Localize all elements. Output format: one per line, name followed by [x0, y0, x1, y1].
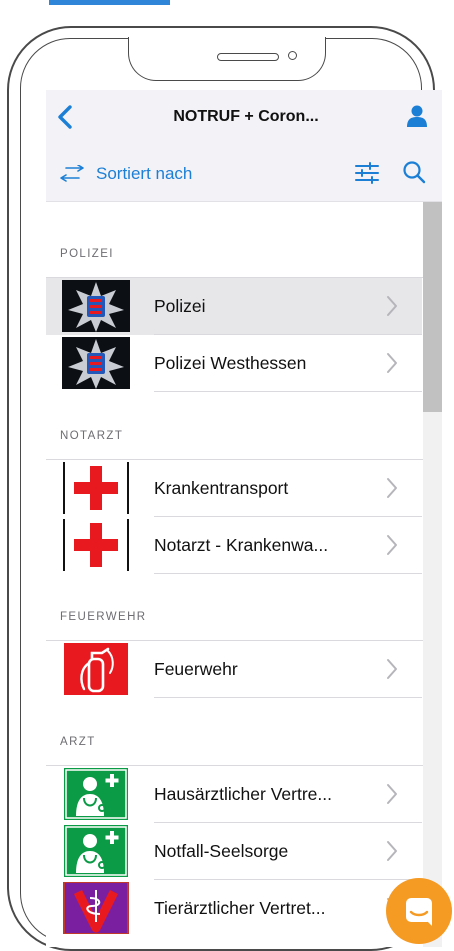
back-chevron-icon[interactable]: [54, 104, 78, 130]
section-header-notarzt: NOTARZT: [60, 430, 124, 442]
sort-arrows-icon[interactable]: [58, 165, 86, 183]
chat-bubble-icon: [406, 898, 432, 926]
section-header-feuerwehr: FEUERWEHR: [60, 611, 147, 623]
speaker-grille: [217, 53, 279, 61]
chevron-right-icon: [387, 841, 397, 861]
list-item-label: Feuerwehr: [154, 659, 238, 679]
search-icon[interactable]: [402, 160, 426, 184]
front-camera: [288, 51, 297, 60]
doctor-icon: [64, 825, 128, 877]
divider: [154, 697, 422, 698]
page-title: NOTRUF + Coron...: [173, 108, 319, 125]
divider: [154, 391, 422, 392]
list-item[interactable]: Notarzt - Krankenwa...: [46, 517, 422, 574]
list-item[interactable]: Notfall-Seelsorge: [46, 823, 422, 880]
chevron-right-icon: [387, 659, 397, 679]
list-item[interactable]: Tierärztlicher Vertret...: [46, 880, 422, 937]
red-cross-icon: [62, 462, 130, 514]
section-header-arzt: ARZT: [60, 736, 96, 748]
list-item-label: Polizei Westhessen: [154, 353, 307, 373]
chevron-right-icon: [387, 353, 397, 373]
profile-icon[interactable]: [406, 104, 428, 128]
list-item-label: Krankentransport: [154, 478, 289, 498]
filter-sliders-icon[interactable]: [354, 162, 380, 184]
doctor-icon: [64, 768, 128, 820]
police-badge-icon: [62, 280, 130, 332]
list-item-label: Hausärztlicher Vertre...: [154, 784, 332, 804]
list-item[interactable]: Polizei Westhessen: [46, 335, 422, 392]
chat-launcher-button[interactable]: [386, 878, 452, 944]
fire-extinguisher-icon: [64, 643, 128, 695]
chevron-right-icon: [387, 296, 397, 316]
list-item[interactable]: Feuerwehr: [46, 641, 422, 698]
list-item[interactable]: Polizei: [46, 278, 422, 335]
sort-bar: Sortiert nach: [46, 145, 442, 202]
list-item[interactable]: Hausärztlicher Vertre...: [46, 766, 422, 823]
list-item-label: Notarzt - Krankenwa...: [154, 535, 329, 555]
list-item-label: Tierärztlicher Vertret...: [154, 898, 326, 918]
vet-icon: [63, 882, 129, 934]
chevron-right-icon: [387, 478, 397, 498]
police-badge-icon: [62, 337, 130, 389]
list-item-label: Polizei: [154, 296, 206, 316]
navigation-bar: NOTRUF + Coron...: [46, 90, 442, 145]
red-cross-icon: [62, 519, 130, 571]
sort-button[interactable]: Sortiert nach: [96, 164, 192, 184]
app-screen: NOTRUF + Coron... Sortiert nach POLIZEI: [46, 90, 442, 947]
phone-notch: [128, 37, 326, 81]
chevron-right-icon: [387, 784, 397, 804]
top-accent-bar: [49, 0, 170, 5]
scrollbar-thumb[interactable]: [423, 202, 442, 412]
list-item-label: Notfall-Seelsorge: [154, 841, 289, 861]
divider: [154, 573, 422, 574]
list-item[interactable]: Krankentransport: [46, 460, 422, 517]
section-header-polizei: POLIZEI: [60, 248, 114, 260]
contact-list: POLIZEI Polizei Polizei Westhessen NOTAR…: [46, 202, 442, 947]
chevron-right-icon: [387, 535, 397, 555]
